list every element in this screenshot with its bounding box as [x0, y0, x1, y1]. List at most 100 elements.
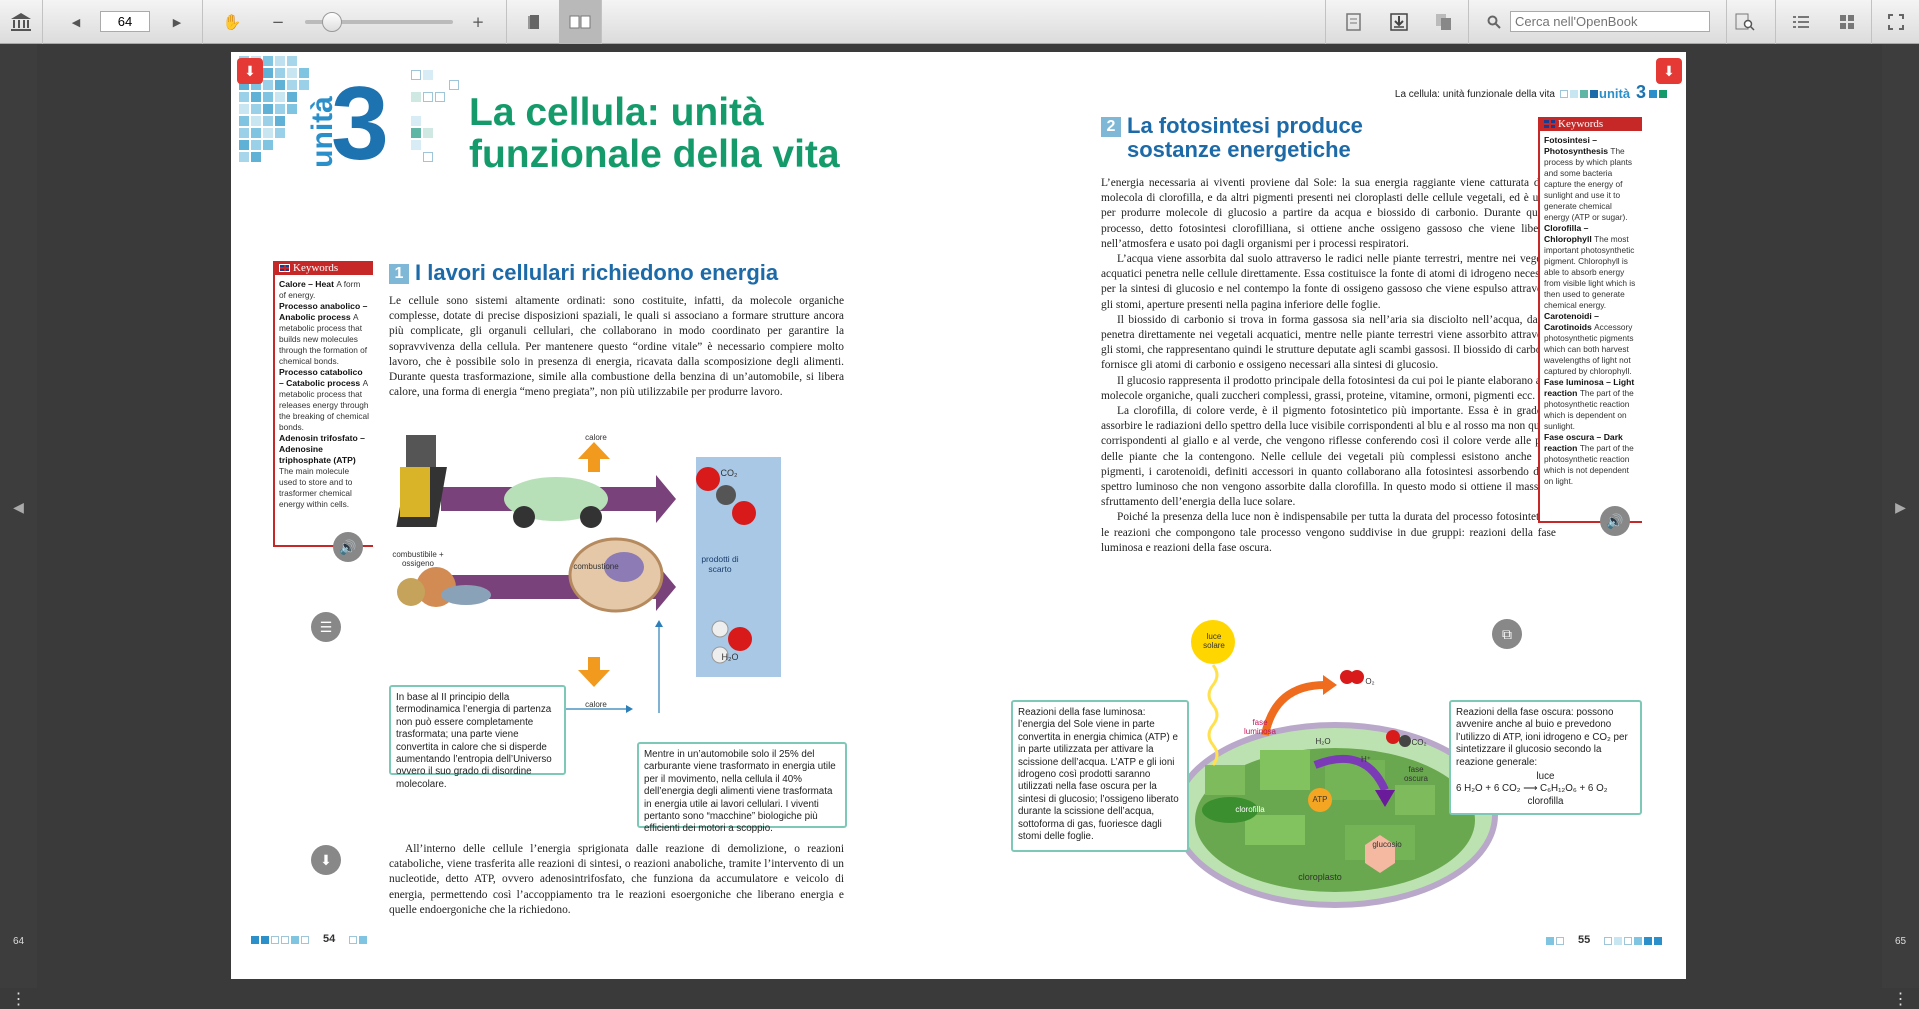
keywords-list: Calore – Heat A form of energy. Processo … [275, 275, 373, 514]
keyword-entry: Adenosin trifosfato – Adenosine triphosp… [279, 433, 369, 510]
search-results-icon[interactable] [1734, 11, 1756, 33]
keyword-entry: Processo anabolico – Anabolic process A … [279, 301, 369, 367]
left-menu-icon[interactable]: ⋮ [0, 989, 37, 1009]
keywords-header-right: Keywords [1540, 117, 1642, 131]
page-number-left: 54 [323, 933, 336, 945]
keyword-term: Processo catabolico – Catabolic process [279, 367, 363, 388]
list-view-icon[interactable] [1790, 11, 1812, 33]
combustion-label: combustione [573, 562, 619, 571]
keyword-entry: Processo catabolico – Catabolic process … [279, 367, 369, 433]
running-head: La cellula: unità funzionale della vita [1394, 89, 1555, 100]
co2-label: CO₂ [720, 468, 738, 478]
left-rail: ◀ 64 ⋮ [0, 44, 37, 1008]
text-summary-icon[interactable]: ☰ [311, 612, 341, 642]
body-paragraph: L’energia necessaria ai viventi proviene… [1101, 177, 1556, 250]
zoom-in-icon[interactable]: + [467, 11, 489, 33]
download-resource-icon[interactable]: ⬇ [311, 845, 341, 875]
chapter-title: La cellula: unità funzionale della vita [469, 91, 840, 176]
hand-tool-icon[interactable]: ✋ [221, 11, 243, 33]
atp-paragraph: All’interno delle cellule l’energia spri… [389, 843, 844, 916]
zoom-slider-handle[interactable] [322, 12, 342, 32]
light-phase-label: fase luminosa [1243, 718, 1276, 736]
search-input[interactable] [1510, 11, 1710, 32]
sunlight-label: luce solare [1203, 632, 1225, 650]
page-footer-tiles-right [1546, 937, 1564, 945]
previous-spread-arrow[interactable]: ◀ [0, 499, 37, 516]
next-spread-arrow[interactable]: ▶ [1882, 499, 1919, 516]
audio-icon-right[interactable]: 🔊 [1600, 506, 1630, 536]
body-paragraph: Poiché la presenza della luce non è indi… [1101, 511, 1556, 554]
unit-word-right: unità [1599, 86, 1631, 101]
right-menu-icon[interactable]: ⋮ [1882, 989, 1919, 1009]
co2-fig-label: CO₂ [1411, 738, 1427, 747]
waste-products-label: prodotti di scarto [701, 554, 739, 574]
intro-paragraph: Le cellule sono sistemi altamente ordina… [389, 295, 844, 399]
fuel-oxygen-label: combustibile + ossigeno [392, 550, 444, 568]
chlorophyll-fig-label: clorofilla [1235, 805, 1265, 814]
uk-flag-icon [279, 264, 290, 273]
keyword-term: Adenosin trifosfato – Adenosine triphosp… [279, 433, 365, 465]
download-page-button-right[interactable]: ⬇ [1656, 58, 1682, 84]
keyword-definition: The most important photosynthetic pigmen… [1544, 234, 1636, 310]
download-page-button[interactable]: ⬇ [237, 58, 263, 84]
page-footer-tiles-2 [349, 936, 367, 944]
keyword-term: Clorofilla – Chlorophyll [1544, 223, 1595, 244]
keyword-term: Carotenoidi – Carotinoids [1544, 311, 1599, 332]
unit-number: 3 [331, 66, 389, 182]
pages-icon[interactable] [1433, 11, 1455, 33]
keywords-header: Keywords [275, 261, 373, 275]
section-heading: 1I lavori cellulari richiedono energia [389, 260, 778, 286]
body-paragraph: Il biossido di carbonio si trova in form… [1101, 313, 1556, 372]
search-icon[interactable] [1483, 11, 1505, 33]
previous-page-icon[interactable]: ◀ [65, 11, 87, 33]
audio-icon[interactable]: 🔊 [333, 532, 363, 562]
library-home-icon[interactable] [8, 11, 34, 33]
keyword-definition: The main molecule used to store and to t… [279, 466, 353, 509]
atp-fig-label: ATP [1312, 795, 1328, 804]
page-footer-tiles-right-2 [1604, 937, 1662, 945]
keywords-box-right-panel: Keywords Fotosintesi – Photosynthesis Th… [1538, 117, 1642, 523]
uk-flag-icon [1544, 120, 1555, 129]
page-footer-tiles [251, 936, 309, 944]
thermodynamics-box: In base al II principio della termodinam… [389, 685, 566, 790]
section-heading-right: 2 La fotosintesi produce sostanze energet… [1101, 114, 1363, 162]
keyword-term: Calore – Heat [279, 279, 337, 289]
heat-label-bottom: calore [585, 700, 607, 709]
next-page-icon[interactable]: ▶ [166, 11, 188, 33]
grid-view-icon[interactable] [1836, 11, 1858, 33]
heat-label-top: calore [585, 433, 607, 442]
left-page-indicator: 64 [12, 936, 25, 947]
running-head-tiles-2 [1649, 90, 1667, 98]
toolbar: ◀ ▶ ✋ − + [0, 0, 1919, 44]
body-paragraph: Il glucosio rappresenta il prodotto prin… [1101, 374, 1556, 402]
keywords-box: Keywords Calore – Heat A form of energy.… [273, 261, 373, 547]
zoom-out-icon[interactable]: − [267, 11, 289, 33]
hplus-fig-label: H⁺ [1361, 755, 1371, 764]
right-page-indicator: 65 [1894, 936, 1907, 947]
chloroplast-fig-label: cloroplasto [1298, 872, 1342, 882]
right-rail: ▶ 65 ⋮ [1882, 44, 1919, 1008]
efficiency-box: Mentre in un’automobile solo il 25% del … [637, 742, 847, 834]
h2o-fig-label: H₂O [1315, 737, 1331, 746]
light-phase-box: Reazioni della fase luminosa: l’energia … [1011, 700, 1189, 852]
page-number-input[interactable] [100, 11, 150, 32]
photosynthesis-text: L’energia necessaria ai viventi proviene… [1101, 176, 1556, 556]
fullscreen-icon[interactable] [1885, 11, 1907, 33]
running-head-tiles [1560, 90, 1598, 98]
keywords-list-right: Fotosintesi – Photosynthesis The process… [1540, 131, 1642, 491]
page-number-right: 55 [1578, 934, 1591, 946]
dark-phase-label: fase oscura [1403, 765, 1428, 783]
double-page-view-icon [569, 11, 591, 33]
unit-number-right: 3 [1636, 82, 1647, 102]
keyword-entry: Fase oscura – Dark reaction The part of … [1544, 432, 1638, 487]
single-page-view-icon[interactable] [523, 11, 545, 33]
body-paragraph: L’acqua viene assorbita dal suolo attrav… [1101, 253, 1556, 311]
glucose-fig-label: glucosio [1372, 840, 1402, 849]
keyword-entry: Fase luminosa – Light reaction The part … [1544, 377, 1638, 432]
left-page: ⬇ unità 3 La cellula: unità funzionale de… [231, 52, 958, 979]
h2o-label: H₂O [721, 652, 739, 662]
o2-fig-label: O₂ [1365, 677, 1375, 686]
download-icon[interactable] [1388, 11, 1410, 33]
dark-phase-box: Reazioni della fase oscura: possono avve… [1449, 700, 1642, 815]
notes-icon[interactable] [1344, 11, 1366, 33]
